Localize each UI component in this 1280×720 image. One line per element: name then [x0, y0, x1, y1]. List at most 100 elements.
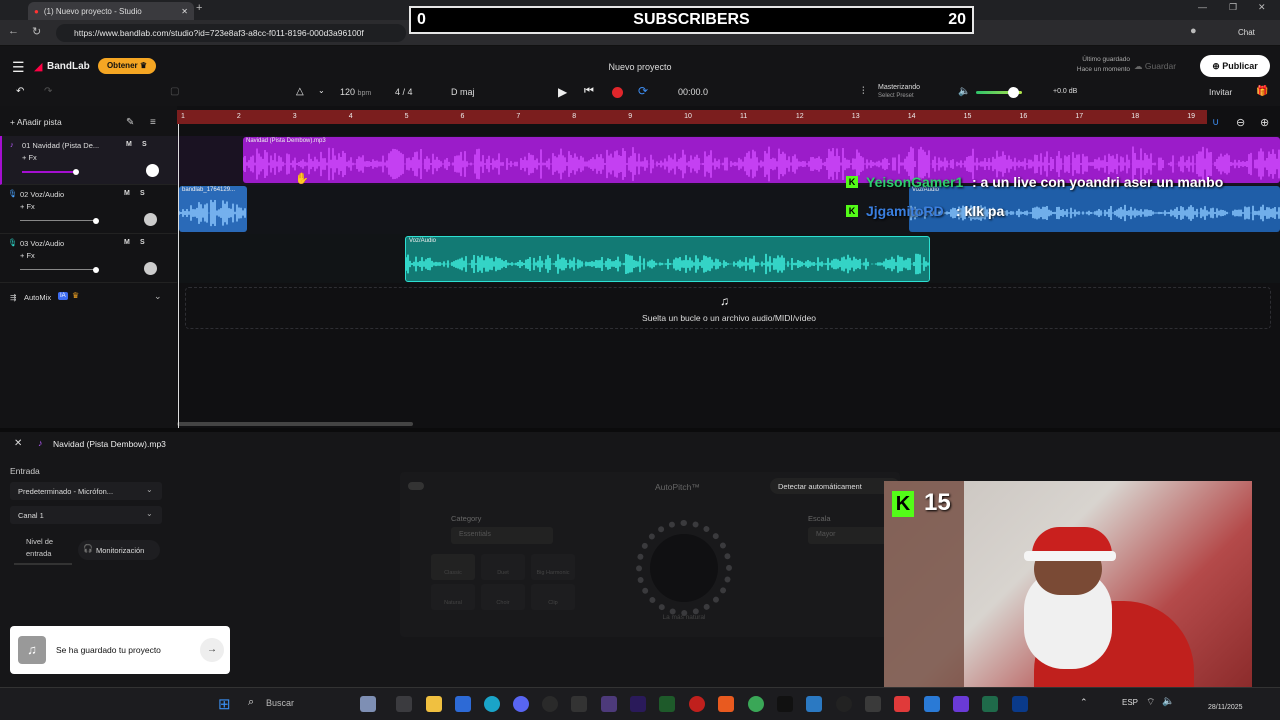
- tray-chevron-icon[interactable]: ⌃: [1080, 697, 1088, 708]
- undo-icon[interactable]: ↶: [16, 86, 24, 97]
- automix-row[interactable]: ⇶ AutoMix IA ♛ ⌄: [0, 286, 177, 306]
- redo-icon[interactable]: ↷: [44, 86, 52, 97]
- track-1-pan-knob[interactable]: [146, 164, 159, 177]
- obtener-button[interactable]: Obtener ♛: [98, 58, 156, 74]
- track-3-fx[interactable]: + Fx: [20, 251, 35, 260]
- photoshop-icon[interactable]: [1012, 696, 1028, 712]
- app-icon-6[interactable]: [924, 696, 940, 712]
- back-icon[interactable]: ←: [8, 25, 19, 37]
- horizontal-scrollbar[interactable]: [177, 422, 413, 426]
- publish-button[interactable]: ⊕ Publicar: [1200, 55, 1270, 77]
- track-1-volume-handle[interactable]: [73, 169, 79, 175]
- taskbar-search[interactable]: Buscar: [266, 698, 294, 708]
- channel-select[interactable]: Canal 1 ⌄: [10, 506, 162, 524]
- record-app-icon[interactable]: [689, 696, 705, 712]
- reload-icon[interactable]: ↻: [32, 25, 41, 38]
- auto-detect-button[interactable]: Detectar automáticament: [770, 478, 900, 494]
- app-icon-3[interactable]: [836, 696, 852, 712]
- app-icon-5[interactable]: [894, 696, 910, 712]
- app-icon-8[interactable]: [982, 696, 998, 712]
- preset-choir[interactable]: Choir: [481, 584, 525, 610]
- track-2-name[interactable]: 02 Voz/Audio: [20, 190, 64, 199]
- app-icon[interactable]: [601, 696, 617, 712]
- track-1-volume[interactable]: [22, 171, 76, 173]
- close-window-icon[interactable]: ✕: [1258, 2, 1266, 13]
- widget-icon[interactable]: [360, 696, 376, 712]
- minimize-icon[interactable]: —: [1198, 2, 1207, 12]
- preset-clip[interactable]: Clip: [531, 584, 575, 610]
- preset-duet[interactable]: Duet: [481, 554, 525, 580]
- new-tab-icon[interactable]: +: [196, 2, 202, 14]
- search-icon[interactable]: ⌕: [248, 696, 254, 709]
- track-1-fx[interactable]: + Fx: [22, 153, 37, 162]
- metronome-dropdown-icon[interactable]: ⌄: [318, 86, 325, 95]
- close-tab-icon[interactable]: ✕: [181, 7, 188, 16]
- windows-start-icon[interactable]: ⊞: [218, 695, 231, 713]
- track-3-volume-handle[interactable]: [93, 267, 99, 273]
- zoom-in-icon[interactable]: ⊕: [1260, 116, 1269, 129]
- preset-big-harmonic[interactable]: Big Harmonic: [531, 554, 575, 580]
- saved-toast[interactable]: ♫ Se ha guardado tu proyecto →: [10, 626, 230, 674]
- volume-icon[interactable]: 🔈: [1162, 696, 1174, 707]
- flstudio-icon[interactable]: [659, 696, 675, 712]
- track-header-1[interactable]: ♪ 01 Navidad (Pista De... M S + Fx: [0, 136, 177, 185]
- track-3-solo[interactable]: S: [140, 239, 145, 246]
- language-indicator[interactable]: ESP: [1122, 698, 1138, 707]
- tools-icon[interactable]: ✎: [126, 117, 134, 128]
- menu-icon[interactable]: ☰: [12, 59, 25, 76]
- track-3-mute[interactable]: M: [124, 239, 130, 246]
- taskview-icon[interactable]: [396, 696, 412, 712]
- track-header-3[interactable]: 🎙 03 Voz/Audio M S + Fx: [0, 234, 177, 283]
- obs-icon[interactable]: [542, 696, 558, 712]
- mute-icon[interactable]: 🔈: [958, 86, 970, 97]
- track-1-name[interactable]: 01 Navidad (Pista De...: [22, 141, 108, 150]
- category-select[interactable]: Essentials: [451, 527, 553, 544]
- track-2-volume-handle[interactable]: [93, 218, 99, 224]
- play-icon[interactable]: ▶: [558, 85, 567, 99]
- settings-sliders-icon[interactable]: ≡: [150, 117, 156, 128]
- track-header-2[interactable]: 🎙 02 Voz/Audio M S + Fx: [0, 185, 177, 234]
- snap-magnet-icon[interactable]: ∪: [1212, 117, 1219, 128]
- track-2-volume[interactable]: [20, 220, 96, 221]
- browser-tab[interactable]: ● (1) Nuevo proyecto - Studio ✕: [28, 2, 194, 20]
- app-icon-7[interactable]: [953, 696, 969, 712]
- track-2-fx[interactable]: + Fx: [20, 202, 35, 211]
- key-display[interactable]: D maj: [451, 87, 475, 97]
- maximize-icon[interactable]: ❐: [1229, 2, 1237, 13]
- app-icon-4[interactable]: [865, 696, 881, 712]
- zoom-out-icon[interactable]: ⊖: [1236, 116, 1245, 129]
- autopitch-toggle[interactable]: [408, 482, 424, 490]
- mastering-icon[interactable]: ⫶: [862, 86, 865, 97]
- tiktok-icon[interactable]: [777, 696, 793, 712]
- invite-button[interactable]: Invitar: [1209, 87, 1232, 97]
- track-2-pan-knob[interactable]: [144, 213, 157, 226]
- drop-zone[interactable]: ♫ Suelta un bucle o un archivo audio/MID…: [185, 287, 1271, 329]
- store-icon[interactable]: [455, 696, 471, 712]
- record-icon[interactable]: [612, 87, 623, 98]
- mastering-label[interactable]: Masterizando: [878, 84, 920, 91]
- pitch-knob[interactable]: [636, 520, 732, 616]
- playhead[interactable]: [178, 124, 179, 428]
- track-3-name[interactable]: 03 Voz/Audio: [20, 239, 64, 248]
- track-1-solo[interactable]: S: [142, 141, 147, 148]
- close-panel-icon[interactable]: ✕: [14, 438, 22, 449]
- scale-select[interactable]: Mayor: [808, 527, 888, 544]
- brave-icon[interactable]: [718, 696, 734, 712]
- url-field[interactable]: https://www.bandlab.com/studio?id=723e8a…: [56, 24, 406, 42]
- track-2-solo[interactable]: S: [140, 190, 145, 197]
- copilot-chat-button[interactable]: Chat: [1238, 28, 1255, 37]
- mastering-preset[interactable]: Select Preset: [878, 93, 914, 99]
- gift-icon[interactable]: 🎁: [1256, 86, 1268, 97]
- epic-games-icon[interactable]: [571, 696, 587, 712]
- timeline-ruler[interactable]: 1 2 3 4 5 6 7 8 9 10 11 12 13 14 15 16 17 18 19: [177, 110, 1207, 124]
- clip-voz-3[interactable]: Voz/Audio: [405, 236, 930, 282]
- premiere-icon[interactable]: [630, 696, 646, 712]
- arrow-right-icon[interactable]: →: [200, 638, 224, 662]
- rewind-icon[interactable]: ⏮: [584, 85, 594, 98]
- track-2-mute[interactable]: M: [124, 190, 130, 197]
- input-device-select[interactable]: Predeterminado - Micrófon... ⌄: [10, 482, 162, 500]
- preset-classic[interactable]: Classic: [431, 554, 475, 580]
- loop-icon[interactable]: ⟳: [638, 84, 648, 98]
- profile-icon[interactable]: ●: [1190, 25, 1197, 37]
- app-icon-2[interactable]: [806, 696, 822, 712]
